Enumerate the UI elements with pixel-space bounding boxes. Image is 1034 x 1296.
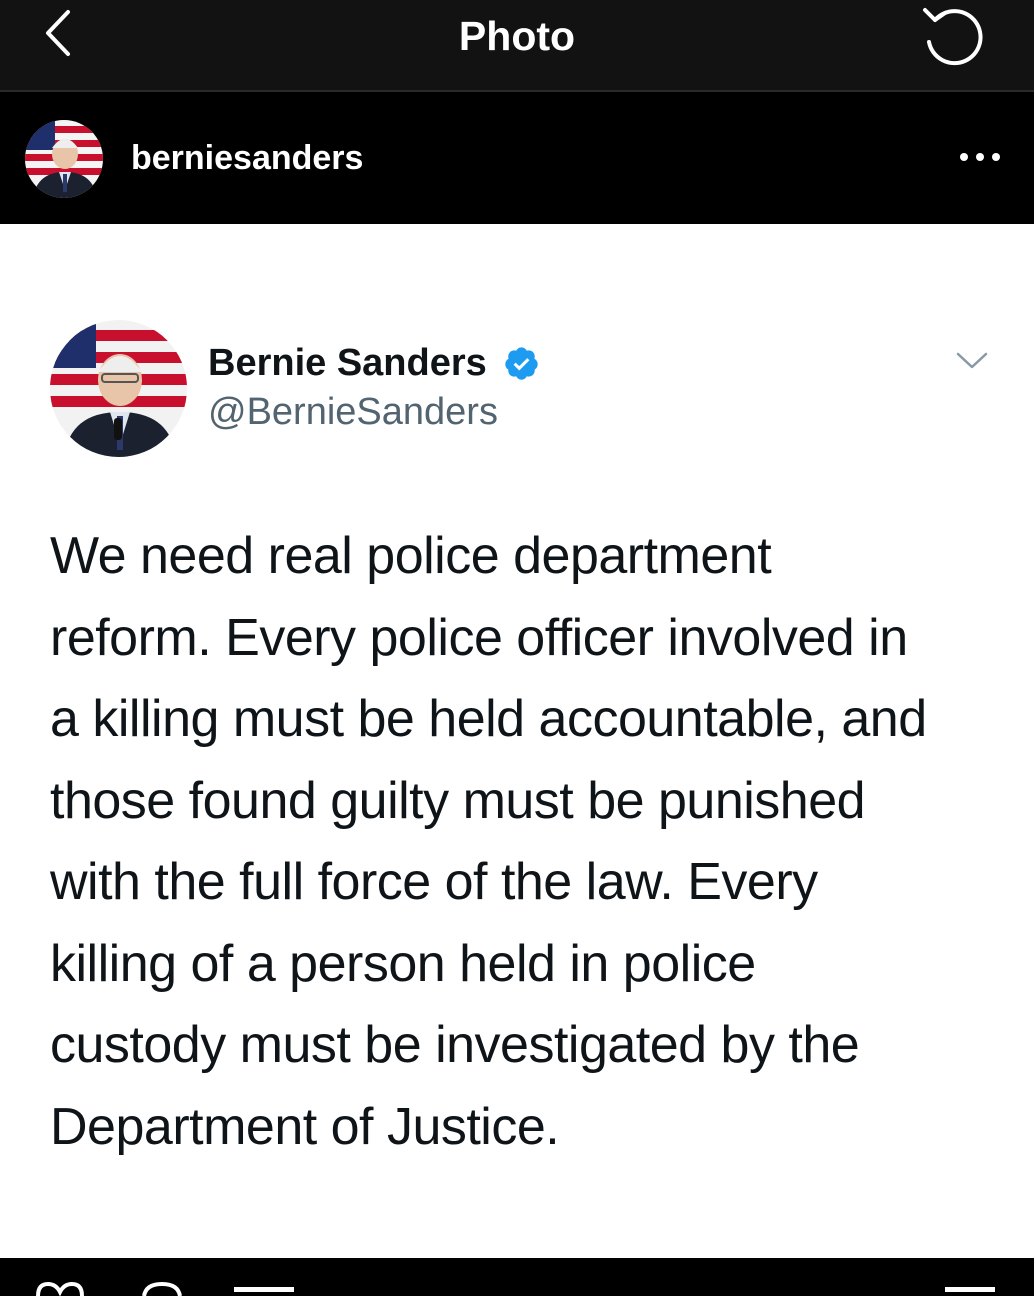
tweet-author-handle: @BernieSanders bbox=[208, 391, 498, 433]
tweet-card: Bernie Sanders @BernieSanders We need re… bbox=[0, 224, 1034, 1258]
post-username[interactable]: berniesanders bbox=[131, 138, 363, 178]
rotate-icon bbox=[923, 8, 983, 66]
bookmark-icon[interactable] bbox=[945, 1287, 995, 1292]
share-icon[interactable] bbox=[234, 1287, 294, 1292]
verified-badge-icon bbox=[505, 347, 538, 380]
chevron-down-icon bbox=[956, 352, 988, 369]
top-nav-bar: Photo bbox=[0, 0, 1034, 90]
tweet-avatar bbox=[50, 320, 187, 457]
refresh-button[interactable] bbox=[917, 2, 987, 68]
page-title: Photo bbox=[458, 13, 576, 59]
bottom-action-bar bbox=[0, 1258, 1034, 1296]
tweet-author-name: Bernie Sanders bbox=[208, 342, 487, 384]
tweet-text: We need real police department reform. E… bbox=[50, 527, 927, 1156]
more-options-button[interactable] bbox=[955, 147, 1005, 167]
avatar[interactable] bbox=[25, 120, 103, 198]
comment-icon[interactable] bbox=[140, 1282, 184, 1296]
more-horizontal-icon bbox=[960, 153, 1000, 161]
heart-icon[interactable] bbox=[34, 1282, 86, 1296]
post-header: berniesanders bbox=[0, 92, 1034, 224]
tweet-menu-button[interactable] bbox=[954, 350, 990, 372]
